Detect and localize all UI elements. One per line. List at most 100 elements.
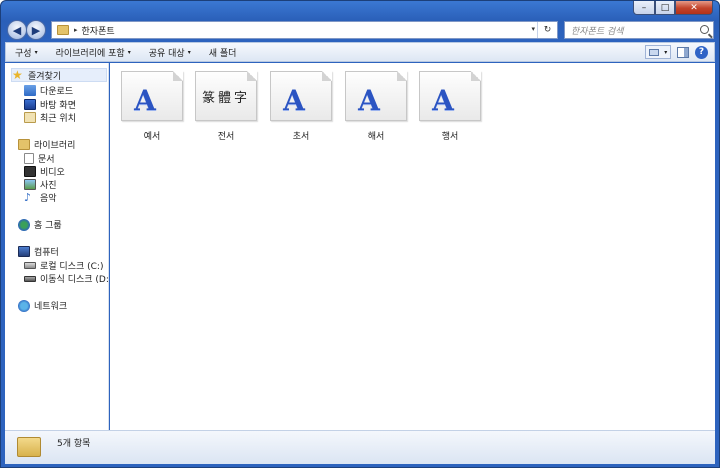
navigation-pane: ★ 즐겨찾기 다운로드 바탕 화면 최근 위치 라이브러리 문서 비디오 사진 …	[5, 63, 109, 430]
computer-icon	[18, 246, 30, 257]
nav-item-label: 사진	[40, 181, 57, 191]
breadcrumb-item[interactable]: 한자폰트	[82, 24, 115, 37]
address-bar[interactable]: ▸ 한자폰트 ▾ ↻	[51, 21, 558, 39]
libraries-icon	[18, 139, 30, 150]
file-item-jeonseo[interactable]: 篆體字 전서	[194, 71, 258, 142]
nav-item-label: 문서	[38, 155, 55, 165]
chevron-down-icon: ▾	[34, 48, 38, 56]
nav-homegroup[interactable]: 홈 그룹	[18, 218, 62, 231]
command-bar: 구성 ▾ 라이브러리에 포함 ▾ 공유 대상 ▾ 새 폴더 ▾ ?	[5, 42, 715, 62]
search-placeholder: 한자폰트 검색	[571, 26, 624, 37]
file-name: 해서	[367, 132, 385, 142]
file-item-haeseo[interactable]: A 해서	[344, 71, 408, 142]
file-name: 예서	[143, 132, 161, 142]
pictures-icon	[24, 179, 36, 190]
font-file-icon: A	[419, 71, 481, 121]
share-with-label: 공유 대상	[148, 48, 185, 59]
nav-item-music[interactable]: ♪ 음악	[24, 191, 57, 204]
address-dropdown-icon[interactable]: ▾	[531, 25, 535, 33]
file-item-haengseo[interactable]: A 행서	[418, 71, 482, 142]
change-view-button[interactable]: ▾	[645, 45, 671, 59]
new-folder-label: 새 폴더	[208, 48, 237, 59]
new-folder-button[interactable]: 새 폴더	[200, 46, 246, 59]
file-item-choseo[interactable]: A 초서	[269, 71, 333, 142]
details-pane: 5개 항목	[5, 430, 715, 464]
hard-drive-icon	[24, 262, 36, 269]
nav-item-videos[interactable]: 비디오	[24, 165, 65, 178]
removable-drive-icon	[24, 275, 36, 282]
include-in-library-menu[interactable]: 라이브러리에 포함 ▾	[47, 46, 140, 59]
maximize-button[interactable]: □	[655, 1, 675, 15]
font-file-icon: A	[345, 71, 407, 121]
nav-libraries[interactable]: 라이브러리	[18, 138, 75, 151]
nav-item-documents[interactable]: 문서	[24, 152, 55, 165]
help-icon[interactable]: ?	[695, 45, 708, 59]
nav-network[interactable]: 네트워크	[18, 299, 67, 312]
nav-item-desktop[interactable]: 바탕 화면	[24, 98, 76, 111]
network-icon	[18, 299, 30, 312]
forward-arrow-icon: ▶	[31, 23, 41, 37]
nav-item-removable-disk[interactable]: 이동식 디스크 (D:)	[24, 272, 109, 285]
refresh-button[interactable]: ↻	[537, 22, 557, 38]
nav-item-downloads[interactable]: 다운로드	[24, 84, 73, 97]
file-item-yeseo[interactable]: A 예서	[120, 71, 184, 142]
nav-computer[interactable]: 컴퓨터	[18, 245, 59, 258]
nav-item-label: 이동식 디스크 (D:)	[40, 275, 109, 285]
file-name: 행서	[441, 132, 459, 142]
search-icon[interactable]	[700, 25, 709, 34]
breadcrumb-separator-icon[interactable]: ▸	[74, 26, 78, 34]
videos-icon	[24, 166, 36, 177]
font-preview: A	[134, 83, 156, 117]
nav-item-label: 다운로드	[40, 87, 74, 97]
minimize-button[interactable]: –	[633, 1, 655, 15]
chevron-down-icon: ▾	[127, 48, 131, 56]
desktop-icon	[24, 99, 36, 110]
nav-item-pictures[interactable]: 사진	[24, 178, 57, 191]
include-in-library-label: 라이브러리에 포함	[55, 48, 125, 59]
explorer-window: – □ ✕ ◀ ▶ ▸ 한자폰트 ▾ ↻ 한자폰트 검색 구성 ▾ 라이브러리에…	[0, 0, 720, 468]
back-button[interactable]: ◀	[7, 20, 27, 40]
nav-libraries-label: 라이브러리	[34, 141, 76, 151]
nav-item-label: 비디오	[40, 168, 65, 178]
font-preview: A	[358, 83, 380, 117]
folder-icon	[57, 25, 69, 35]
nav-favorites[interactable]: ★ 즐겨찾기	[11, 68, 107, 82]
star-icon: ★	[12, 67, 23, 82]
forward-button[interactable]: ▶	[26, 20, 46, 40]
close-button[interactable]: ✕	[675, 1, 713, 15]
organize-label: 구성	[15, 48, 32, 59]
nav-network-label: 네트워크	[34, 302, 68, 312]
music-icon: ♪	[24, 191, 32, 204]
font-file-icon: A	[270, 71, 332, 121]
recent-places-icon	[24, 112, 36, 123]
font-file-icon: A	[121, 71, 183, 121]
font-file-icon: 篆體字	[195, 71, 257, 121]
nav-computer-label: 컴퓨터	[34, 248, 59, 258]
search-input[interactable]: 한자폰트 검색	[564, 21, 714, 39]
caption-buttons: – □ ✕	[633, 1, 713, 15]
nav-item-recent[interactable]: 최근 위치	[24, 111, 76, 124]
downloads-icon	[24, 85, 36, 96]
file-list: A 예서 篆體字 전서 A 초서 A 해서 A 행서	[110, 63, 715, 430]
homegroup-icon	[18, 218, 30, 231]
view-controls: ▾ ?	[645, 45, 708, 59]
view-icon	[648, 48, 659, 56]
chevron-down-icon[interactable]: ▾	[664, 49, 667, 56]
nav-item-label: 바탕 화면	[40, 101, 76, 111]
address-row: ◀ ▶ ▸ 한자폰트 ▾ ↻ 한자폰트 검색	[5, 19, 715, 41]
organize-menu[interactable]: 구성 ▾	[6, 46, 47, 59]
preview-pane-icon[interactable]	[677, 46, 689, 58]
back-arrow-icon: ◀	[12, 23, 22, 37]
font-preview: 篆體字	[201, 90, 250, 106]
item-count: 5개 항목	[57, 439, 91, 449]
file-name: 초서	[292, 132, 310, 142]
file-name: 전서	[217, 132, 235, 142]
nav-item-label: 최근 위치	[40, 114, 76, 124]
nav-item-label: 음악	[40, 194, 57, 204]
font-preview: A	[283, 83, 305, 117]
nav-favorites-label: 즐겨찾기	[28, 71, 62, 82]
nav-item-local-disk[interactable]: 로컬 디스크 (C:)	[24, 259, 103, 272]
font-preview: A	[432, 83, 454, 117]
nav-item-label: 로컬 디스크 (C:)	[40, 262, 104, 272]
share-with-menu[interactable]: 공유 대상 ▾	[140, 46, 200, 59]
